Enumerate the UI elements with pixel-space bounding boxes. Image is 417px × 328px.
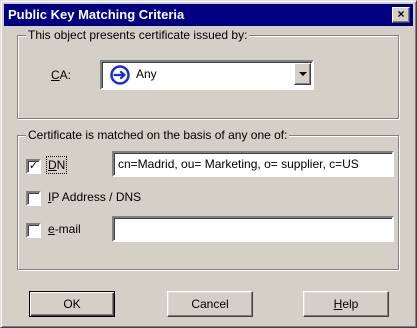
email-checkbox[interactable] (26, 223, 41, 238)
ca-any-icon (110, 65, 130, 85)
dialog-title: Public Key Matching Criteria (8, 7, 185, 22)
help-button[interactable]: Help (303, 291, 389, 317)
title-bar[interactable]: Public Key Matching Criteria × (4, 4, 413, 26)
ca-label: CA: (51, 68, 72, 82)
match-group: Certificate is matched on the basis of a… (17, 128, 399, 270)
close-icon: × (397, 7, 405, 21)
match-group-legend: Certificate is matched on the basis of a… (26, 128, 290, 142)
ip-label[interactable]: IP Address / DNS (48, 190, 141, 204)
ca-dropdown-button[interactable] (294, 63, 311, 85)
check-icon: ✓ (28, 160, 39, 172)
email-field[interactable] (112, 216, 394, 242)
email-label[interactable]: e-mail (48, 222, 81, 236)
cancel-button[interactable]: Cancel (167, 291, 253, 317)
dn-label[interactable]: DN (45, 156, 68, 174)
ca-select-value: Any (136, 67, 157, 81)
issuer-group: This object presents certificate issued … (17, 28, 399, 119)
dn-checkbox[interactable]: ✓ (26, 159, 41, 174)
issuer-group-legend: This object presents certificate issued … (26, 28, 250, 42)
dialog-window: Public Key Matching Criteria × This obje… (0, 0, 417, 328)
ok-button[interactable]: OK (29, 291, 115, 317)
ca-select[interactable]: Any (100, 60, 314, 90)
ip-checkbox[interactable] (26, 191, 41, 206)
dn-field[interactable]: cn=Madrid, ou= Marketing, o= supplier, c… (112, 151, 394, 177)
chevron-down-icon (299, 72, 307, 76)
close-button[interactable]: × (392, 7, 410, 23)
